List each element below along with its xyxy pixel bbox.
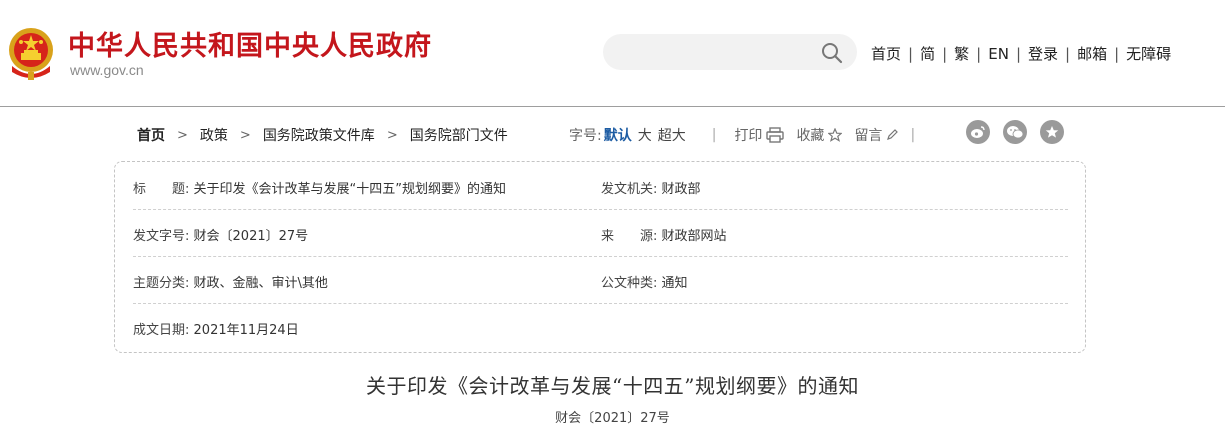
title-label: 标 题:: [133, 182, 190, 197]
issuer-label: 发文机关:: [601, 182, 658, 197]
breadcrumb-policy-library[interactable]: 国务院政策文件库: [263, 125, 375, 145]
breadcrumb-policy[interactable]: 政策: [200, 125, 228, 145]
national-emblem-icon[interactable]: [6, 26, 56, 80]
sub-bar: 首页 > 政策 > 国务院政策文件库 > 国务院部门文件 字号: 默认 大 超大…: [0, 118, 1225, 148]
info-row: 成文日期: 2021年11月24日: [133, 303, 1068, 350]
search-input[interactable]: [603, 34, 857, 70]
issuer-value: 财政部: [661, 182, 701, 197]
chevron-right-icon: >: [177, 127, 188, 143]
tools-separator: |: [910, 127, 916, 143]
document-info-box: 标 题: 关于印发《会计改革与发展“十四五”规划纲要》的通知 发文机关: 财政部…: [114, 161, 1086, 353]
source-value: 财政部网站: [661, 229, 727, 244]
topic-value: 财政、金融、审计\其他: [193, 276, 328, 291]
favorite-label: 收藏: [796, 128, 825, 144]
printer-icon: [766, 127, 785, 143]
site-header: 中华人民共和国中央人民政府 www.gov.cn 首页 | 简 | 繁 | EN…: [0, 0, 1225, 106]
page-tools: 字号: 默认 大 超大 | 打印 收藏 留言 |: [569, 125, 915, 145]
print-button[interactable]: 打印: [734, 125, 785, 145]
breadcrumb-home[interactable]: 首页: [137, 125, 165, 145]
comment-button[interactable]: 留言: [854, 125, 899, 145]
weibo-icon[interactable]: [966, 120, 990, 144]
info-row: 发文字号: 财会〔2021〕27号 来 源: 财政部网站: [133, 209, 1068, 257]
favorite-button[interactable]: 收藏: [796, 125, 843, 145]
nav-separator: |: [908, 44, 914, 63]
date-field: 成文日期: 2021年11月24日: [133, 319, 299, 338]
nav-separator: |: [1015, 44, 1021, 63]
type-value: 通知: [661, 276, 688, 291]
date-label: 成文日期:: [133, 323, 190, 338]
chevron-right-icon: >: [386, 127, 398, 143]
nav-accessibility[interactable]: 无障碍: [1126, 43, 1171, 64]
docno-value: 财会〔2021〕27号: [193, 229, 309, 244]
nav-home[interactable]: 首页: [871, 43, 901, 64]
source-label: 来 源:: [601, 229, 658, 244]
nav-traditional[interactable]: 繁: [954, 43, 969, 64]
site-domain: www.gov.cn: [70, 62, 144, 78]
nav-separator: |: [942, 44, 948, 63]
type-field: 公文种类: 通知: [601, 272, 688, 291]
top-nav: 首页 | 简 | 繁 | EN | 登录 | 邮箱 | 无障碍: [871, 43, 1171, 64]
tools-separator: |: [711, 127, 717, 143]
star-icon: [828, 128, 843, 142]
info-row: 标 题: 关于印发《会计改革与发展“十四五”规划纲要》的通知 发文机关: 财政部: [133, 162, 1068, 210]
comment-label: 留言: [854, 128, 883, 144]
chevron-right-icon: >: [239, 127, 251, 143]
print-label: 打印: [734, 128, 763, 144]
document-number: 财会〔2021〕27号: [555, 411, 670, 426]
type-label: 公文种类:: [601, 276, 658, 291]
header-divider: [0, 106, 1225, 107]
site-title[interactable]: 中华人民共和国中央人民政府: [68, 24, 432, 63]
font-size-default[interactable]: 默认: [604, 125, 632, 145]
nav-english[interactable]: EN: [988, 45, 1009, 63]
topic-label: 主题分类:: [133, 276, 190, 291]
nav-mail[interactable]: 邮箱: [1077, 43, 1107, 64]
info-row: 主题分类: 财政、金融、审计\其他 公文种类: 通知: [133, 256, 1068, 304]
nav-login[interactable]: 登录: [1028, 43, 1058, 64]
breadcrumb: 首页 > 政策 > 国务院政策文件库 > 国务院部门文件: [137, 125, 508, 145]
document-title: 关于印发《会计改革与发展“十四五”规划纲要》的通知: [366, 374, 859, 398]
wechat-icon[interactable]: [1003, 120, 1027, 144]
source-field: 来 源: 财政部网站: [601, 225, 727, 244]
docno-label: 发文字号:: [133, 229, 190, 244]
title-value: 关于印发《会计改革与发展“十四五”规划纲要》的通知: [193, 182, 507, 197]
favorite-circle-icon[interactable]: [1040, 120, 1064, 144]
nav-separator: |: [1065, 44, 1071, 63]
search-icon[interactable]: [821, 42, 843, 64]
pencil-icon: [887, 129, 899, 140]
breadcrumb-department-docs[interactable]: 国务院部门文件: [410, 125, 508, 145]
font-size-label: 字号:: [569, 128, 602, 144]
share-buttons: [966, 120, 1077, 144]
docno-field: 发文字号: 财会〔2021〕27号: [133, 225, 308, 244]
issuer-field: 发文机关: 财政部: [601, 178, 701, 197]
title-field: 标 题: 关于印发《会计改革与发展“十四五”规划纲要》的通知: [133, 178, 506, 197]
date-value: 2021年11月24日: [193, 323, 299, 338]
topic-field: 主题分类: 财政、金融、审计\其他: [133, 272, 328, 291]
font-size-large[interactable]: 大: [638, 125, 652, 145]
nav-separator: |: [1114, 44, 1120, 63]
font-size-xlarge[interactable]: 超大: [658, 125, 686, 145]
nav-separator: |: [976, 44, 982, 63]
nav-simplified[interactable]: 简: [920, 43, 935, 64]
